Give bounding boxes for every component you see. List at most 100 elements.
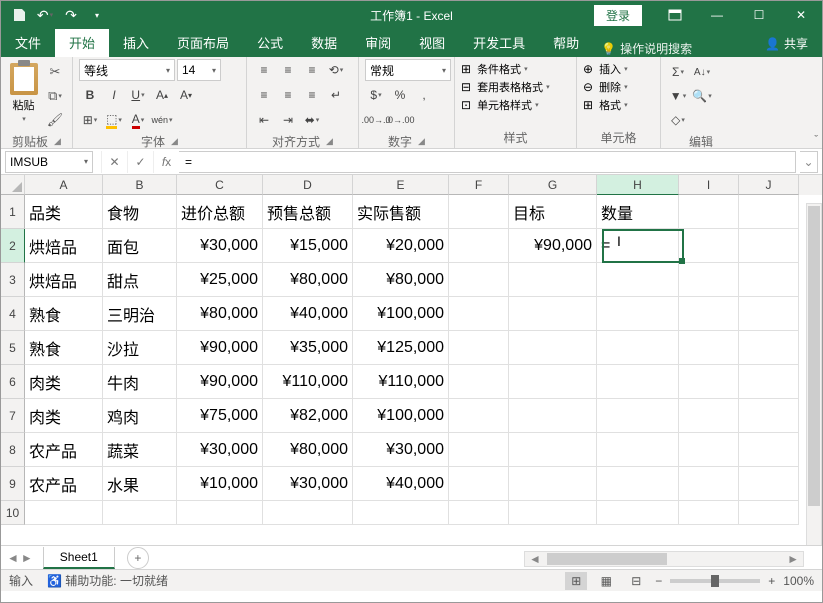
share-button[interactable]: 👤共享 xyxy=(751,30,822,57)
align-middle-icon[interactable]: ≡ xyxy=(277,59,299,81)
cell[interactable]: 牛肉 xyxy=(103,365,177,399)
cut-icon[interactable]: ✂ xyxy=(44,61,66,83)
cell[interactable]: 农产品 xyxy=(25,433,103,467)
cell[interactable] xyxy=(739,501,799,525)
number-format-combo[interactable]: 常规▾ xyxy=(365,59,451,81)
cell[interactable]: 烘焙品 xyxy=(25,229,103,263)
ribbon-options-icon[interactable] xyxy=(654,1,696,29)
cell[interactable] xyxy=(509,467,597,501)
cell[interactable] xyxy=(177,501,263,525)
horizontal-scrollbar[interactable]: ◄ ► xyxy=(524,551,804,567)
cell[interactable]: ¥80,000 xyxy=(263,263,353,297)
tab-view[interactable]: 视图 xyxy=(405,28,459,57)
increase-indent-icon[interactable]: ⇥ xyxy=(277,109,299,131)
column-header[interactable]: C xyxy=(177,175,263,195)
page-break-view-icon[interactable]: ⊟ xyxy=(625,572,647,590)
enter-formula-icon[interactable]: ✓ xyxy=(127,151,153,173)
cell[interactable] xyxy=(449,195,509,229)
cell[interactable]: ¥30,000 xyxy=(177,229,263,263)
cell[interactable]: 食物 xyxy=(103,195,177,229)
cell[interactable]: 预售总额 xyxy=(263,195,353,229)
cell[interactable] xyxy=(679,399,739,433)
clear-icon[interactable]: ◇▾ xyxy=(667,109,689,131)
cell[interactable] xyxy=(679,365,739,399)
expand-formula-bar-icon[interactable]: ⌄ xyxy=(800,151,818,173)
cell[interactable] xyxy=(679,229,739,263)
cell[interactable]: 进价总额 xyxy=(177,195,263,229)
cell[interactable]: = xyxy=(597,229,679,263)
row-header[interactable]: 2 xyxy=(1,229,25,263)
cell[interactable] xyxy=(739,433,799,467)
align-bottom-icon[interactable]: ≡ xyxy=(301,59,323,81)
sort-filter-icon[interactable]: A↓▾ xyxy=(691,61,713,83)
cell[interactable] xyxy=(353,501,449,525)
fill-icon[interactable]: ▼▾ xyxy=(667,85,689,107)
column-header[interactable]: A xyxy=(25,175,103,195)
cell[interactable]: 实际售额 xyxy=(353,195,449,229)
sheet-nav-prev-icon[interactable]: ◄ xyxy=(7,551,19,565)
currency-icon[interactable]: $▾ xyxy=(365,84,387,106)
zoom-thumb[interactable] xyxy=(711,575,719,587)
fill-color-button[interactable]: ⬚▾ xyxy=(103,109,125,131)
clipboard-launcher-icon[interactable]: ◢ xyxy=(54,136,61,147)
cell[interactable] xyxy=(739,399,799,433)
cell[interactable] xyxy=(509,263,597,297)
font-launcher-icon[interactable]: ◢ xyxy=(171,136,178,147)
cell[interactable] xyxy=(739,365,799,399)
cell[interactable]: ¥80,000 xyxy=(353,263,449,297)
cell[interactable]: ¥110,000 xyxy=(263,365,353,399)
cell[interactable]: ¥100,000 xyxy=(353,399,449,433)
cell[interactable] xyxy=(679,263,739,297)
cell[interactable]: 熟食 xyxy=(25,331,103,365)
cell[interactable] xyxy=(679,195,739,229)
cell[interactable]: 沙拉 xyxy=(103,331,177,365)
number-launcher-icon[interactable]: ◢ xyxy=(418,136,425,147)
cell[interactable] xyxy=(597,433,679,467)
sheet-tab[interactable]: Sheet1 xyxy=(43,547,115,569)
column-header[interactable]: I xyxy=(679,175,739,195)
qat-customize-icon[interactable]: ▾ xyxy=(85,3,109,27)
cell[interactable]: ¥80,000 xyxy=(263,433,353,467)
cell[interactable]: ¥100,000 xyxy=(353,297,449,331)
cell[interactable] xyxy=(679,297,739,331)
scrollbar-thumb[interactable] xyxy=(547,553,667,565)
row-header[interactable]: 7 xyxy=(1,399,25,433)
cell[interactable]: 熟食 xyxy=(25,297,103,331)
cell[interactable] xyxy=(597,365,679,399)
cell[interactable]: ¥30,000 xyxy=(177,433,263,467)
cell[interactable]: ¥30,000 xyxy=(353,433,449,467)
tab-help[interactable]: 帮助 xyxy=(539,28,593,57)
save-icon[interactable] xyxy=(7,3,31,27)
paste-button[interactable]: 粘贴 ▾ xyxy=(7,59,40,123)
cell[interactable] xyxy=(449,229,509,263)
delete-cells-button[interactable]: ⊖删除▾ xyxy=(583,79,628,95)
cell-styles-button[interactable]: ⊡单元格样式▾ xyxy=(461,97,539,113)
scrollbar-thumb[interactable] xyxy=(808,206,820,506)
align-left-icon[interactable]: ≡ xyxy=(253,84,275,106)
cell[interactable] xyxy=(263,501,353,525)
cell[interactable] xyxy=(25,501,103,525)
scroll-left-icon[interactable]: ◄ xyxy=(525,552,545,566)
cell[interactable]: 面包 xyxy=(103,229,177,263)
cell[interactable] xyxy=(739,297,799,331)
align-right-icon[interactable]: ≡ xyxy=(301,84,323,106)
scroll-right-icon[interactable]: ► xyxy=(783,552,803,566)
row-header[interactable]: 8 xyxy=(1,433,25,467)
cell[interactable]: ¥90,000 xyxy=(177,365,263,399)
align-top-icon[interactable]: ≡ xyxy=(253,59,275,81)
conditional-format-button[interactable]: ⊞条件格式▾ xyxy=(461,61,528,77)
cell[interactable] xyxy=(509,297,597,331)
row-header[interactable]: 3 xyxy=(1,263,25,297)
zoom-slider[interactable] xyxy=(670,579,760,583)
cell[interactable] xyxy=(449,433,509,467)
cell[interactable]: ¥125,000 xyxy=(353,331,449,365)
format-painter-icon[interactable]: 🖌 xyxy=(44,109,66,131)
decrease-decimal-icon[interactable]: .0→.00 xyxy=(389,109,411,131)
insert-cells-button[interactable]: ⊕插入▾ xyxy=(583,61,628,77)
percent-icon[interactable]: % xyxy=(389,84,411,106)
cell[interactable]: ¥40,000 xyxy=(353,467,449,501)
cell[interactable] xyxy=(449,399,509,433)
table-format-button[interactable]: ⊟套用表格格式▾ xyxy=(461,79,550,95)
cell[interactable] xyxy=(449,331,509,365)
autosum-icon[interactable]: Σ▾ xyxy=(667,61,689,83)
